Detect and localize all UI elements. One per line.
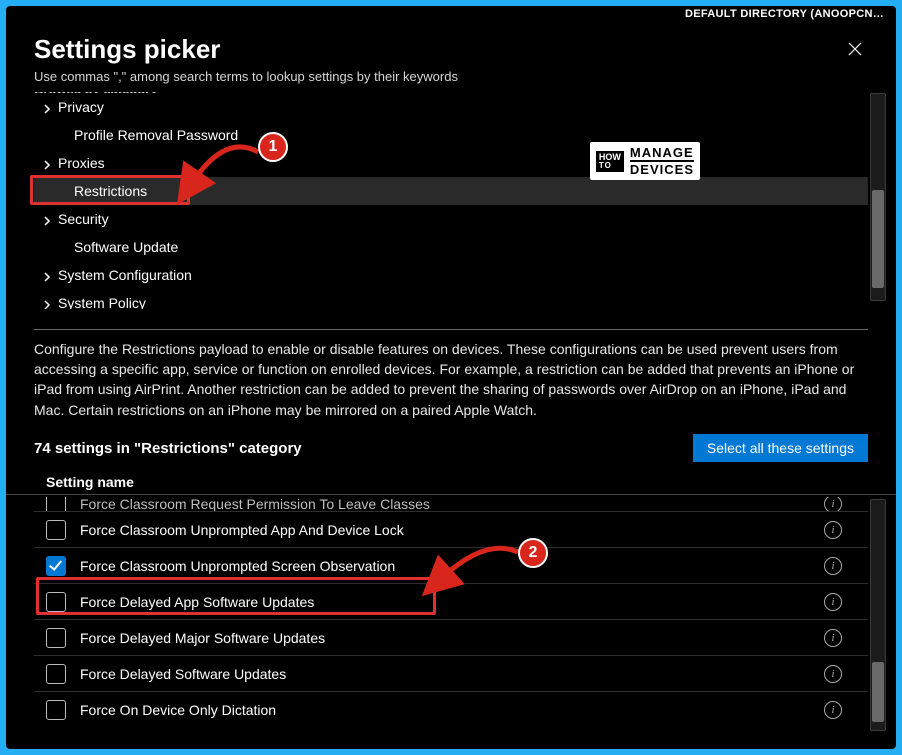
setting-row[interactable]: Force Classroom Unprompted App And Devic… (34, 511, 868, 547)
setting-checkbox[interactable] (46, 700, 66, 720)
category-item-system-configuration[interactable]: System Configuration (34, 261, 868, 289)
category-item-privacy[interactable]: Privacy (34, 93, 868, 121)
info-icon[interactable]: i (824, 521, 842, 539)
category-label: Software Update (74, 239, 178, 255)
setting-label: Force On Device Only Dictation (80, 702, 824, 718)
page-title: Settings picker (34, 34, 842, 65)
category-item-software-update[interactable]: Software Update (34, 233, 868, 261)
column-header-setting-name: Setting name (6, 468, 896, 495)
info-icon[interactable]: i (824, 701, 842, 719)
category-label: System Policy (58, 295, 146, 309)
setting-checkbox[interactable] (46, 628, 66, 648)
setting-label: Force Delayed Software Updates (80, 666, 824, 682)
category-label: Proxies (58, 155, 105, 171)
settings-count-label: 74 settings in "Restrictions" category (34, 440, 302, 457)
category-label: Security (58, 211, 109, 227)
setting-row[interactable]: Force Delayed Software Updatesi (34, 655, 868, 691)
setting-row[interactable]: Force On Device Only Dictationi (34, 691, 868, 727)
category-item-security[interactable]: Security (34, 205, 868, 233)
info-icon[interactable]: i (824, 497, 842, 511)
chevron-right-icon (42, 269, 50, 277)
setting-row[interactable]: Force Classroom Unprompted Screen Observ… (34, 547, 868, 583)
setting-label: Force Classroom Unprompted Screen Observ… (80, 558, 824, 574)
category-label: Privacy (58, 99, 104, 115)
setting-checkbox[interactable] (46, 664, 66, 684)
category-label: Restrictions (74, 183, 147, 199)
setting-label: Force Delayed App Software Updates (80, 594, 824, 610)
setting-checkbox[interactable] (46, 497, 66, 511)
setting-row-cutoff[interactable]: Force Classroom Request Permission To Le… (34, 497, 868, 511)
chevron-right-icon (42, 101, 50, 109)
category-label: Profile Removal Password (74, 127, 238, 143)
category-scrollbar[interactable] (870, 93, 886, 301)
top-directory-label: DEFAULT DIRECTORY (ANOOPCN… (6, 6, 896, 20)
category-description: Configure the Restrictions payload to en… (6, 339, 896, 420)
chevron-right-icon (42, 297, 50, 305)
category-item-system-policy[interactable]: System Policy (34, 289, 868, 309)
close-icon[interactable] (842, 34, 868, 67)
category-item-proxies[interactable]: Proxies (34, 149, 868, 177)
setting-checkbox[interactable] (46, 592, 66, 612)
setting-checkbox[interactable] (46, 520, 66, 540)
select-all-button[interactable]: Select all these settings (693, 434, 868, 462)
category-label: System Configuration (58, 267, 192, 283)
category-item-profile-removal-password[interactable]: Profile Removal Password (34, 121, 868, 149)
info-icon[interactable]: i (824, 665, 842, 683)
setting-label: Force Classroom Unprompted App And Devic… (80, 522, 824, 538)
info-icon[interactable]: i (824, 629, 842, 647)
info-icon[interactable]: i (824, 593, 842, 611)
watermark-logo: HOWTO MANAGEDEVICES (590, 142, 700, 180)
setting-label: Force Delayed Major Software Updates (80, 630, 824, 646)
setting-row[interactable]: Force Delayed Major Software Updatesi (34, 619, 868, 655)
setting-checkbox[interactable] (46, 556, 66, 576)
chevron-right-icon (42, 157, 50, 165)
category-item-restrictions[interactable]: Restrictions (34, 177, 868, 205)
info-icon[interactable]: i (824, 557, 842, 575)
setting-label: Force Classroom Request Permission To Le… (80, 497, 824, 511)
chevron-right-icon (42, 213, 50, 221)
settings-scrollbar[interactable] (870, 499, 886, 731)
setting-row[interactable]: Force Delayed App Software Updatesi (34, 583, 868, 619)
page-subtitle: Use commas "," among search terms to loo… (34, 69, 842, 84)
